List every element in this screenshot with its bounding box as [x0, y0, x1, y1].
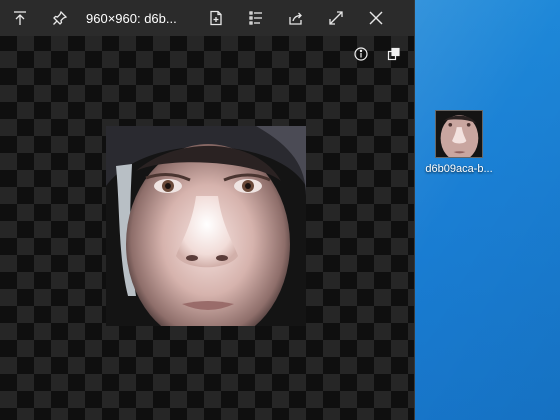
pin-button[interactable] [40, 0, 80, 36]
list-icon [249, 11, 262, 25]
save-file-icon [210, 10, 222, 26]
expand-icon [329, 11, 343, 25]
displayed-photo [106, 126, 306, 326]
share-button[interactable] [276, 0, 316, 36]
info-icon [354, 47, 368, 61]
switch-mode-button[interactable] [384, 44, 404, 64]
share-icon [289, 12, 302, 25]
close-button[interactable] [356, 0, 396, 36]
move-to-top-button[interactable] [0, 0, 40, 36]
viewer-titlebar: 960×960: d6b... [0, 0, 414, 36]
pin-icon [53, 10, 68, 25]
list-button[interactable] [236, 0, 276, 36]
desktop-file-label: d6b09aca-b... [425, 163, 493, 175]
save-button[interactable] [196, 0, 236, 36]
window-title: 960×960: d6b... [86, 10, 177, 26]
switch-mode-icon [387, 47, 400, 61]
desktop-file-thumbnail [435, 110, 483, 158]
face-photo-image [106, 126, 306, 326]
desktop-background [414, 0, 560, 420]
info-button[interactable] [351, 44, 371, 64]
desktop-file-icon[interactable]: d6b09aca-b... [421, 104, 497, 180]
fullscreen-button[interactable] [316, 0, 356, 36]
image-viewer-window[interactable]: 960×960: d6b... [0, 0, 415, 420]
close-icon [369, 11, 383, 25]
face-thumbnail-image [436, 111, 482, 157]
move-to-top-icon [14, 11, 26, 25]
